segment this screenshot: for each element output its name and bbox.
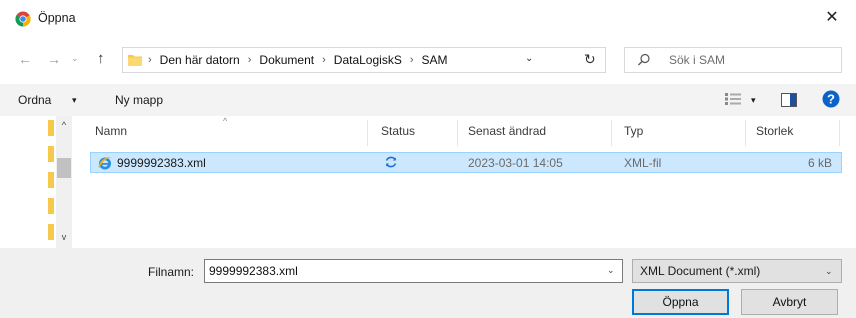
column-divider[interactable] [611,120,612,146]
breadcrumb-separator[interactable]: › [148,54,152,66]
column-header-modified[interactable]: Senast ändrad [468,124,546,138]
open-button[interactable]: Öppna [632,289,729,315]
svg-text:?: ? [827,92,835,107]
folder-icon[interactable] [48,172,54,188]
refresh-icon[interactable]: ↻ [584,51,596,68]
column-divider[interactable] [839,120,840,146]
search-icon [638,53,650,66]
title-bar: Öppna ✕ [0,0,856,38]
table-row[interactable]: 9999992383.xml 2023-03-01 14:05 XML-fil … [90,152,842,173]
filetype-value: XML Document (*.xml) [640,264,761,278]
address-dropdown-icon[interactable]: ⌄ [525,53,533,64]
column-header-size[interactable]: Storlek [756,124,793,138]
chrome-icon [15,11,31,27]
filename-label: Filnamn: [148,265,195,279]
folder-icon[interactable] [48,120,54,136]
recent-locations-dropdown-icon[interactable]: ⌄ [71,53,79,64]
breadcrumb: › Den här datorn › Dokument › DataLogisk… [148,53,448,67]
filename-field[interactable] [204,259,623,283]
folder-icon[interactable] [48,198,54,214]
scroll-down-icon[interactable]: v [56,232,72,242]
back-arrow-icon[interactable]: ← [18,51,32,67]
view-dropdown-icon[interactable]: ▾ [751,95,756,106]
column-divider[interactable] [457,120,458,146]
preview-pane-icon[interactable] [781,93,797,107]
folder-icon [128,55,142,66]
file-size: 6 kB [808,156,833,170]
file-modified: 2023-03-01 14:05 [468,156,563,170]
breadcrumb-item-datalogisks[interactable]: DataLogiskS [334,53,402,67]
folder-icon[interactable] [48,224,54,240]
file-type: XML-fil [624,156,662,170]
filetype-select[interactable]: XML Document (*.xml) ⌄ [632,259,842,283]
breadcrumb-separator[interactable]: › [322,54,326,66]
column-divider[interactable] [367,120,368,146]
cancel-button[interactable]: Avbryt [741,289,838,315]
filename-dropdown-icon[interactable]: ⌄ [607,265,615,276]
breadcrumb-item-sam[interactable]: SAM [422,53,448,67]
organize-dropdown-icon[interactable]: ▾ [72,95,77,106]
xml-file-icon [98,157,112,170]
column-divider[interactable] [745,120,746,146]
view-details-icon[interactable] [725,93,741,105]
column-header-type[interactable]: Typ [624,124,643,138]
forward-arrow-icon[interactable]: → [47,51,61,67]
folder-icon[interactable] [48,146,54,162]
close-icon[interactable]: ✕ [822,8,842,28]
search-input[interactable]: Sök i SAM [624,47,842,73]
breadcrumb-item-dokument[interactable]: Dokument [259,53,314,67]
scrollbar-thumb[interactable] [57,158,71,178]
help-icon[interactable]: ? [822,90,840,108]
sort-indicator-icon: ^ [223,116,228,126]
chevron-down-icon[interactable]: ⌄ [825,266,833,277]
navigation-bar: ← → ⌄ ↑ › Den här datorn › Dokument › Da… [0,40,856,78]
new-folder-button[interactable]: Ny mapp [115,93,163,107]
sync-icon [385,156,397,168]
command-bar: Ordna ▾ Ny mapp ▾ ? [0,84,856,116]
breadcrumb-separator[interactable]: › [248,54,252,66]
scroll-up-icon[interactable]: ^ [56,120,72,130]
breadcrumb-separator[interactable]: › [410,54,414,66]
navigation-pane: ^ v [40,116,72,248]
column-header-name[interactable]: Namn [95,124,127,138]
organize-button[interactable]: Ordna [18,93,51,107]
file-list: ^ Namn Status Senast ändrad Typ Storlek … [75,116,856,248]
search-placeholder: Sök i SAM [669,53,726,67]
column-header-status[interactable]: Status [381,124,415,138]
address-bar[interactable]: › Den här datorn › Dokument › DataLogisk… [122,47,606,73]
window-title: Öppna [38,11,76,25]
navigation-scrollbar[interactable]: ^ v [56,116,72,248]
file-name[interactable]: 9999992383.xml [117,156,206,170]
breadcrumb-item-den-har-datorn[interactable]: Den här datorn [160,53,240,67]
up-arrow-icon[interactable]: ↑ [97,50,105,67]
dialog-footer: Filnamn: ⌄ XML Document (*.xml) ⌄ Öppna … [0,248,856,318]
